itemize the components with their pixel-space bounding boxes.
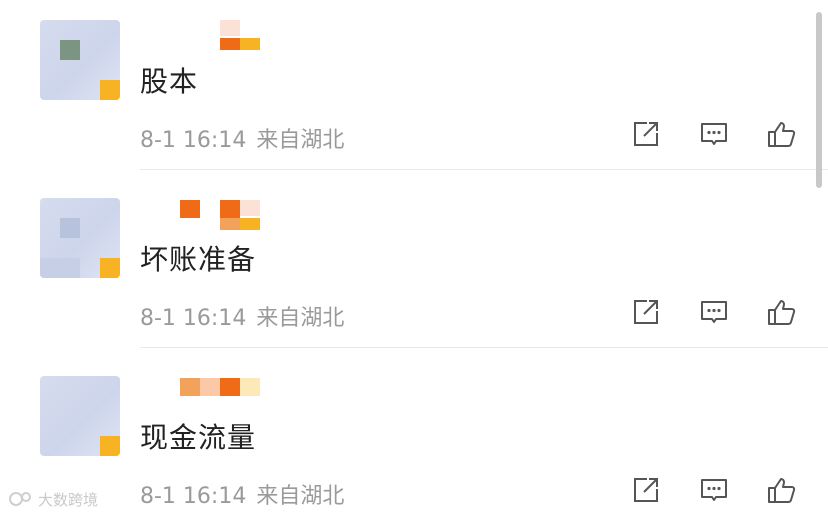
comment-icon[interactable] (698, 296, 730, 328)
divider (140, 169, 828, 170)
thumbs-up-icon[interactable] (766, 118, 798, 150)
divider (140, 347, 828, 348)
avatar[interactable] (40, 198, 120, 278)
watermark-text: 大数跨境 (38, 490, 99, 509)
avatar[interactable] (40, 20, 120, 100)
comment-meta: 8-1 16:14 来自湖北 (140, 478, 344, 510)
share-icon[interactable] (630, 474, 662, 506)
username-blurred[interactable] (180, 374, 260, 408)
comment-location: 来自湖北 (256, 306, 345, 331)
scrollbar[interactable] (816, 12, 822, 188)
comment-location: 来自湖北 (256, 484, 345, 509)
comment-item: 股本 8-1 16:14 来自湖北 (0, 0, 828, 178)
comment-text: 现金流量 (140, 421, 257, 454)
comment-icon[interactable] (698, 474, 730, 506)
comment-item: 现金流量 8-1 16:14 来自湖北 (0, 356, 828, 516)
comment-actions (630, 296, 800, 330)
thumbs-up-icon[interactable] (766, 474, 798, 506)
username-blurred[interactable] (180, 196, 260, 230)
comment-list: 股本 8-1 16:14 来自湖北 坏账准备 8-1 16:14 来自湖北 现金… (0, 0, 828, 516)
comment-text: 坏账准备 (140, 243, 257, 276)
comment-actions (630, 474, 800, 508)
comment-meta: 8-1 16:14 来自湖北 (140, 122, 344, 154)
comment-date: 8-1 16:14 (140, 484, 247, 509)
comment-actions (630, 118, 800, 152)
comment-text: 股本 (140, 65, 199, 98)
comment-location: 来自湖北 (256, 128, 345, 153)
comment-meta: 8-1 16:14 来自湖北 (140, 300, 344, 332)
avatar[interactable] (40, 376, 120, 456)
watermark-logo-icon (9, 492, 31, 506)
comment-date: 8-1 16:14 (140, 306, 247, 331)
thumbs-up-icon[interactable] (766, 296, 798, 328)
share-icon[interactable] (630, 296, 662, 328)
comment-date: 8-1 16:14 (140, 128, 247, 153)
watermark: 大数跨境 (8, 486, 98, 512)
username-blurred[interactable] (220, 18, 260, 52)
comment-item: 坏账准备 8-1 16:14 来自湖北 (0, 178, 828, 356)
comment-icon[interactable] (698, 118, 730, 150)
share-icon[interactable] (630, 118, 662, 150)
